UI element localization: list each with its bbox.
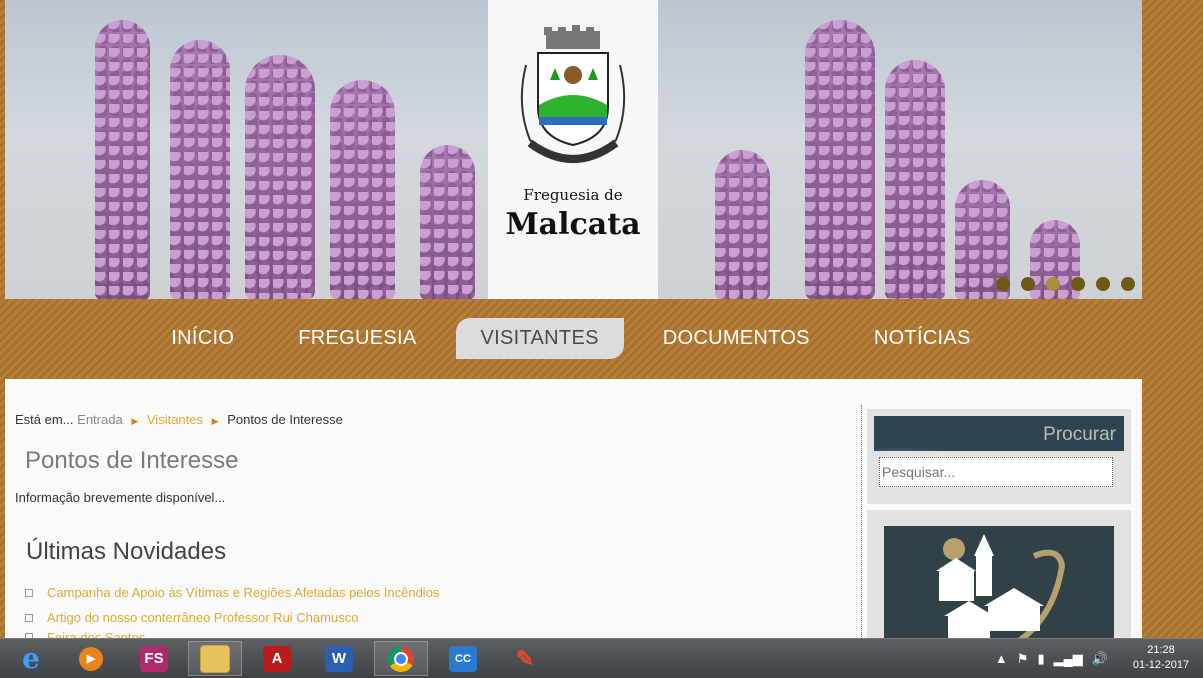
taskbar-fs[interactable]: FS <box>127 641 181 676</box>
nav-item-visitantes[interactable]: VISITANTES <box>455 318 624 359</box>
slider-dots <box>996 277 1135 291</box>
breadcrumb-current: Pontos de Interesse <box>227 412 343 427</box>
village-logo-icon <box>936 534 1066 641</box>
news-list: Campanha de Apoio às Vítimas e Regiões A… <box>25 580 439 642</box>
cc-icon: CC <box>449 645 477 672</box>
heather-decoration <box>330 80 395 299</box>
slider-dot-3[interactable] <box>1046 277 1060 291</box>
heather-decoration <box>95 20 150 299</box>
pdf-icon: A <box>263 645 291 672</box>
heather-decoration <box>715 150 770 299</box>
taskbar-chrome[interactable] <box>374 641 428 676</box>
slider-dot-1[interactable] <box>996 277 1010 291</box>
search-header: Procurar <box>874 416 1124 451</box>
heather-decoration <box>805 20 875 299</box>
breadcrumb-prefix: Está em... <box>15 412 74 427</box>
logo-panel[interactable]: Freguesia de Malcata <box>488 0 658 299</box>
flag-icon[interactable]: ⚑ <box>1017 651 1029 667</box>
nav-item-noticias[interactable]: NOTÍCIAS <box>849 318 996 359</box>
folder-icon <box>200 644 230 673</box>
heather-decoration <box>245 55 315 299</box>
slider-dot-2[interactable] <box>1021 277 1035 291</box>
word-icon: W <box>325 645 353 672</box>
slider-dot-6[interactable] <box>1121 277 1135 291</box>
coat-of-arms-icon <box>520 25 626 163</box>
search-title: Procurar <box>1043 424 1116 445</box>
fs-icon: FS <box>140 645 168 672</box>
taskbar-ccleaner[interactable]: ✎ <box>498 641 552 676</box>
taskbar-media-player[interactable]: ▶ <box>64 641 118 676</box>
promo-widget <box>867 510 1131 641</box>
chrome-icon <box>388 645 414 672</box>
search-widget: Procurar <box>867 409 1131 504</box>
header-banner: Freguesia de Malcata <box>5 0 1142 299</box>
taskbar-acrobat[interactable]: A <box>250 641 304 676</box>
taskbar-word[interactable]: W <box>312 641 366 676</box>
bullet-icon <box>25 613 33 622</box>
news-title: Últimas Novidades <box>26 538 227 565</box>
breadcrumb-arrow-icon: ▶ <box>131 416 139 426</box>
taskbar-file-explorer[interactable] <box>188 641 242 676</box>
battery-icon[interactable]: ▮ <box>1037 651 1044 667</box>
nav-item-freguesia[interactable]: FREGUESIA <box>273 318 441 359</box>
news-link[interactable]: Campanha de Apoio às Vítimas e Regiões A… <box>47 585 439 600</box>
breadcrumb: Está em... Entrada ▶ Visitantes ▶ Pontos… <box>15 412 343 427</box>
clock-date: 01-12-2017 <box>1132 659 1190 671</box>
news-item[interactable]: Campanha de Apoio às Vítimas e Regiões A… <box>25 580 439 605</box>
clock[interactable]: 21:28 01-12-2017 <box>1127 643 1195 673</box>
logo-title: Malcata <box>505 207 641 242</box>
news-link[interactable]: Artigo do nosso conterrâneo Professor Ru… <box>47 610 358 625</box>
ccleaner-icon: ✎ <box>515 645 535 671</box>
media-player-icon: ▶ <box>79 646 103 671</box>
internet-explorer-icon: e <box>22 642 40 675</box>
breadcrumb-visitantes[interactable]: Visitantes <box>147 412 203 427</box>
heather-decoration <box>885 60 945 299</box>
info-text: Informação brevemente disponível... <box>15 490 226 505</box>
breadcrumb-arrow-icon: ▶ <box>211 416 219 426</box>
nav-item-inicio[interactable]: INÍCIO <box>146 318 259 359</box>
slider-dot-4[interactable] <box>1071 277 1085 291</box>
logo-subtitle: Freguesia de <box>523 186 623 204</box>
page-title: Pontos de Interesse <box>25 447 239 474</box>
heather-decoration <box>170 40 230 299</box>
clock-time: 21:28 <box>1147 644 1175 656</box>
slider-dot-5[interactable] <box>1096 277 1110 291</box>
breadcrumb-entrada[interactable]: Entrada <box>77 412 123 427</box>
signal-icon[interactable]: ▂▄▆ <box>1054 651 1083 667</box>
main-nav: INÍCIO FREGUESIA VISITANTES DOCUMENTOS N… <box>0 318 1142 359</box>
news-item[interactable]: Artigo do nosso conterrâneo Professor Ru… <box>25 605 439 630</box>
taskbar-internet-explorer[interactable]: e <box>4 641 58 676</box>
content-area: Está em... Entrada ▶ Visitantes ▶ Pontos… <box>5 379 1142 642</box>
volume-icon[interactable]: 🔊 <box>1092 651 1108 667</box>
system-tray: ▲ ⚑ ▮ ▂▄▆ 🔊 <box>995 651 1108 667</box>
windows-taskbar: e ▶ FS A W CC ✎ ▲ ⚑ ▮ ▂▄▆ 🔊 21:28 01-12-… <box>0 638 1203 678</box>
nav-item-documentos[interactable]: DOCUMENTOS <box>638 318 835 359</box>
tray-expand-icon[interactable]: ▲ <box>995 651 1008 667</box>
heather-decoration <box>420 145 475 299</box>
bullet-icon <box>25 588 33 597</box>
promo-banner[interactable] <box>884 526 1114 641</box>
taskbar-cc[interactable]: CC <box>436 641 490 676</box>
search-input[interactable] <box>879 457 1113 487</box>
column-divider <box>861 405 862 641</box>
